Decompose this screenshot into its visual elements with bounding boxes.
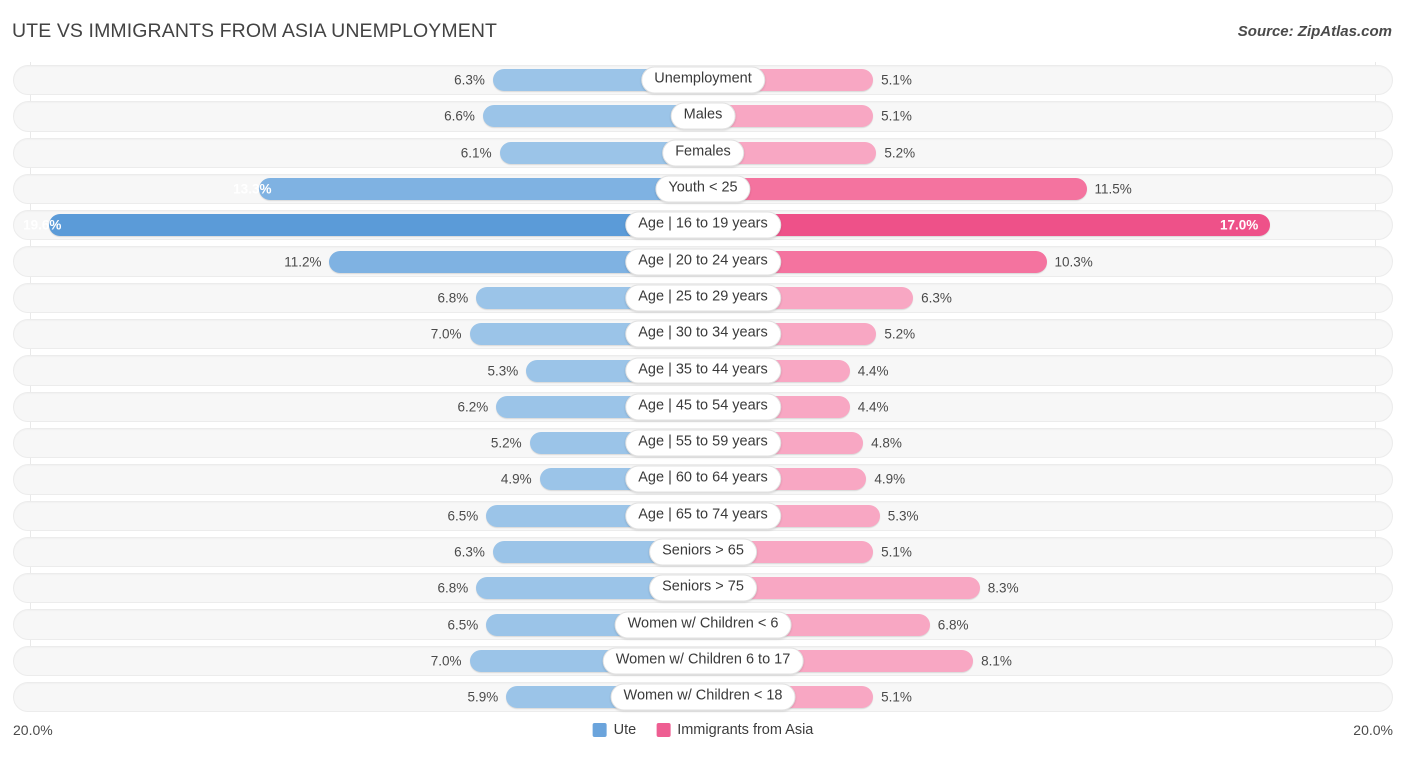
bar-immigrants-from-asia[interactable] xyxy=(703,178,1087,201)
table-row[interactable]: 7.0% 8.1% Women w/ Children 6 to 17 xyxy=(13,643,1393,679)
legend-item[interactable]: Immigrants from Asia xyxy=(656,722,813,738)
table-row[interactable]: 6.8% 8.3% Seniors > 75 xyxy=(13,570,1393,606)
bar-ute[interactable] xyxy=(259,178,703,201)
value-label-ute: 5.3% xyxy=(487,363,519,379)
category-pill[interactable]: Age | 16 to 19 years xyxy=(625,211,781,239)
value-label-immigrants-from-asia: 5.1% xyxy=(881,72,912,88)
category-pill[interactable]: Males xyxy=(670,102,736,130)
value-label-immigrants-from-asia: 17.0% xyxy=(1219,217,1259,233)
category-pill[interactable]: Age | 60 to 64 years xyxy=(625,465,781,493)
table-row[interactable]: 19.6% 17.0% Age | 16 to 19 years xyxy=(13,207,1393,243)
value-label-immigrants-from-asia: 4.4% xyxy=(857,363,889,379)
value-label-ute: 4.9% xyxy=(500,471,532,487)
value-label-immigrants-from-asia: 8.3% xyxy=(987,580,1019,596)
value-label-ute: 6.3% xyxy=(454,72,485,88)
table-row[interactable]: 6.8% 6.3% Age | 25 to 29 years xyxy=(13,280,1393,316)
value-label-immigrants-from-asia: 5.1% xyxy=(881,689,912,705)
value-label-ute: 6.6% xyxy=(444,108,475,124)
legend-item[interactable]: Ute xyxy=(592,722,637,738)
category-pill[interactable]: Women w/ Children < 6 xyxy=(614,611,792,639)
category-pill[interactable]: Seniors > 65 xyxy=(649,538,757,566)
table-row[interactable]: 6.6% 5.1% Males xyxy=(13,98,1393,134)
page-title: UTE VS IMMIGRANTS FROM ASIA UNEMPLOYMENT xyxy=(12,19,498,42)
value-label-ute: 13.3% xyxy=(233,181,272,197)
value-label-ute: 11.2% xyxy=(284,254,322,270)
category-pill[interactable]: Seniors > 75 xyxy=(649,574,757,602)
bar-ute[interactable] xyxy=(49,214,703,237)
source-label: Source: ZipAtlas.com xyxy=(1237,22,1392,40)
value-label-ute: 6.2% xyxy=(457,399,489,415)
axis-max-right: 20.0% xyxy=(1353,722,1393,738)
value-label-immigrants-from-asia: 4.8% xyxy=(871,435,902,451)
value-label-ute: 6.3% xyxy=(454,544,485,560)
axis-max-left: 20.0% xyxy=(13,722,53,738)
category-pill[interactable]: Age | 25 to 29 years xyxy=(625,284,781,312)
category-pill[interactable]: Age | 45 to 54 years xyxy=(625,393,781,421)
value-label-immigrants-from-asia: 11.5% xyxy=(1094,181,1132,197)
table-row[interactable]: 6.5% 5.3% Age | 65 to 74 years xyxy=(13,498,1393,534)
bar-immigrants-from-asia[interactable] xyxy=(703,214,1270,237)
value-label-immigrants-from-asia: 5.2% xyxy=(884,326,916,342)
chart-header: UTE VS IMMIGRANTS FROM ASIA UNEMPLOYMENT… xyxy=(0,0,1406,62)
legend-swatch-icon xyxy=(592,723,607,737)
chart-legend: Ute Immigrants from Asia xyxy=(592,722,813,738)
table-row[interactable]: 5.3% 4.4% Age | 35 to 44 years xyxy=(13,352,1393,388)
value-label-ute: 7.0% xyxy=(430,326,462,342)
category-pill[interactable]: Age | 55 to 59 years xyxy=(625,429,781,457)
legend-label: Ute xyxy=(613,722,637,738)
value-label-immigrants-from-asia: 5.3% xyxy=(887,508,919,524)
value-label-immigrants-from-asia: 5.1% xyxy=(881,108,912,124)
table-row[interactable]: 6.2% 4.4% Age | 45 to 54 years xyxy=(13,389,1393,425)
value-label-ute: 6.5% xyxy=(447,508,479,524)
table-row[interactable]: 5.9% 5.1% Women w/ Children < 18 xyxy=(13,679,1393,715)
category-pill[interactable]: Age | 65 to 74 years xyxy=(625,502,781,530)
category-pill[interactable]: Females xyxy=(662,139,744,167)
chart-plot-area: 6.3% 5.1% Unemployment 6.6% 5.1% Males 6.1% 5.2… xyxy=(13,62,1393,717)
category-pill[interactable]: Women w/ Children < 18 xyxy=(610,683,796,711)
value-label-ute: 19.6% xyxy=(23,217,62,233)
category-pill[interactable]: Age | 30 to 34 years xyxy=(625,320,781,348)
value-label-ute: 6.8% xyxy=(437,580,469,596)
category-pill[interactable]: Age | 20 to 24 years xyxy=(625,248,781,276)
value-label-ute: 6.5% xyxy=(447,617,479,633)
table-row[interactable]: 6.3% 5.1% Unemployment xyxy=(13,62,1393,98)
value-label-immigrants-from-asia: 5.2% xyxy=(884,145,916,161)
table-row[interactable]: 5.2% 4.8% Age | 55 to 59 years xyxy=(13,425,1393,461)
chart-footer: 20.0% Ute Immigrants from Asia 20.0% xyxy=(13,715,1393,745)
chart-rows: 6.3% 5.1% Unemployment 6.6% 5.1% Males 6.1% 5.2… xyxy=(13,62,1393,715)
table-row[interactable]: 6.5% 6.8% Women w/ Children < 6 xyxy=(13,606,1393,642)
value-label-ute: 7.0% xyxy=(430,653,462,669)
category-pill[interactable]: Age | 35 to 44 years xyxy=(625,357,781,384)
value-label-immigrants-from-asia: 6.8% xyxy=(937,617,969,633)
table-row[interactable]: 6.1% 5.2% Females xyxy=(13,135,1393,171)
value-label-ute: 5.2% xyxy=(490,435,522,451)
legend-swatch-icon xyxy=(656,723,671,737)
value-label-immigrants-from-asia: 5.1% xyxy=(881,544,912,560)
value-label-immigrants-from-asia: 8.1% xyxy=(981,653,1012,669)
table-row[interactable]: 13.3% 11.5% Youth < 25 xyxy=(13,171,1393,207)
table-row[interactable]: 11.2% 10.3% Age | 20 to 24 years xyxy=(13,243,1393,279)
value-label-ute: 5.9% xyxy=(467,689,499,705)
table-row[interactable]: 4.9% 4.9% Age | 60 to 64 years xyxy=(13,461,1393,497)
table-row[interactable]: 6.3% 5.1% Seniors > 65 xyxy=(13,534,1393,570)
category-pill[interactable]: Unemployment xyxy=(641,66,765,94)
table-row[interactable]: 7.0% 5.2% Age | 30 to 34 years xyxy=(13,316,1393,352)
category-pill[interactable]: Women w/ Children 6 to 17 xyxy=(602,647,804,675)
value-label-ute: 6.8% xyxy=(437,290,469,306)
category-pill[interactable]: Youth < 25 xyxy=(655,175,751,203)
value-label-immigrants-from-asia: 4.9% xyxy=(874,471,906,487)
legend-label: Immigrants from Asia xyxy=(677,722,814,738)
value-label-immigrants-from-asia: 6.3% xyxy=(921,290,952,306)
value-label-immigrants-from-asia: 10.3% xyxy=(1054,254,1093,270)
value-label-ute: 6.1% xyxy=(460,145,492,161)
value-label-immigrants-from-asia: 4.4% xyxy=(857,399,889,415)
